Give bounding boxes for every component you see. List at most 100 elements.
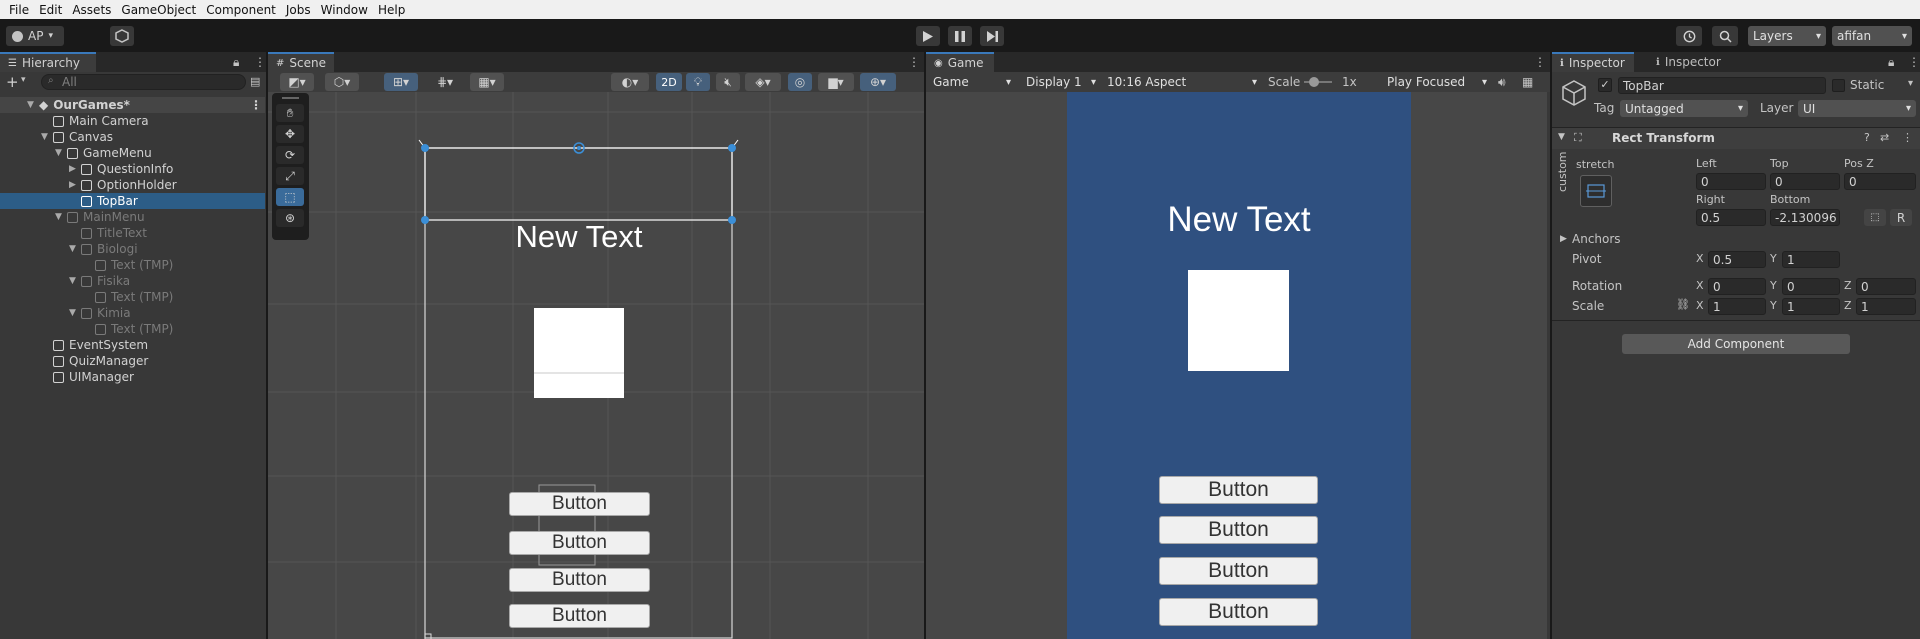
object-name-field[interactable]: TopBar xyxy=(1618,77,1826,94)
chevron-down-icon[interactable]: ▾ xyxy=(1908,78,1913,89)
rotation-z-field[interactable]: 0 xyxy=(1856,278,1916,295)
shading-button[interactable]: ⬡▾ xyxy=(325,73,359,91)
hierarchy-item[interactable]: ▼ GameMenu xyxy=(0,145,265,161)
mode-2d-button[interactable]: 2D xyxy=(656,73,682,91)
hierarchy-item[interactable]: ▼ Kimia xyxy=(0,305,265,321)
search-button[interactable] xyxy=(1712,26,1738,46)
draw-mode-button[interactable]: ◩▾ xyxy=(280,73,314,91)
scale-y-field[interactable]: 1 xyxy=(1782,298,1840,315)
hierarchy-item[interactable]: ▶ OptionHolder xyxy=(0,177,265,193)
lock-icon[interactable]: 🔒︎ xyxy=(1888,55,1894,70)
account-dropdown[interactable]: AP ▾ xyxy=(6,26,64,46)
hierarchy-search-input[interactable]: ⌕ All xyxy=(41,74,246,90)
hierarchy-item[interactable]: TopBar xyxy=(0,193,265,209)
aspect-dropdown[interactable]: 10:16 Aspect xyxy=(1102,72,1262,92)
lighting-button[interactable]: 💡︎ xyxy=(686,73,710,91)
top-field[interactable]: 0 xyxy=(1770,173,1840,190)
hierarchy-item[interactable]: ▼ Canvas xyxy=(0,129,265,145)
menu-window[interactable]: Window xyxy=(316,3,373,17)
camera-button[interactable]: ▆▾ xyxy=(818,73,854,91)
display-dropdown[interactable]: Display 1 xyxy=(1021,72,1101,92)
hierarchy-item[interactable]: Text (TMP) xyxy=(0,321,265,337)
speaker-icon[interactable]: 🔊︎ xyxy=(1498,75,1506,90)
tab-hierarchy[interactable]: ☰ Hierarchy xyxy=(0,52,96,72)
anchors-label[interactable]: Anchors xyxy=(1572,232,1621,246)
rect-tool-button[interactable]: ⬚ xyxy=(276,188,304,206)
hierarchy-item[interactable]: ▶ QuestionInfo xyxy=(0,161,265,177)
anchor-preset-button[interactable] xyxy=(1580,175,1612,207)
render-mode-button[interactable]: ◐▾ xyxy=(611,73,649,91)
more-icon[interactable]: ⋮ xyxy=(1908,55,1920,69)
menu-jobs[interactable]: Jobs xyxy=(281,3,316,17)
add-component-button[interactable]: Add Component xyxy=(1622,334,1850,354)
more-icon[interactable]: ⋮ xyxy=(908,55,920,69)
stats-icon[interactable]: ▦ xyxy=(1522,75,1533,89)
menu-component[interactable]: Component xyxy=(201,3,281,17)
game-viewport[interactable]: New Text Button Button Button Button xyxy=(926,92,1547,639)
chevron-right-icon[interactable]: ▶ xyxy=(69,180,81,190)
rect-transform-header[interactable]: ▼ ⛶ Rect Transform ? ⇄ ⋮ xyxy=(1552,128,1920,149)
lock-icon[interactable]: 🔒︎ xyxy=(233,55,239,70)
gizmos-button[interactable]: ⊕▾ xyxy=(860,73,896,91)
hierarchy-item[interactable]: Text (TMP) xyxy=(0,257,265,273)
hierarchy-item[interactable]: TitleText xyxy=(0,225,265,241)
bottom-field[interactable]: -2.130096 xyxy=(1770,209,1840,226)
chevron-down-icon[interactable]: ▼ xyxy=(69,276,81,286)
hierarchy-item[interactable]: UIManager xyxy=(0,369,265,385)
menu-gameobject[interactable]: GameObject xyxy=(116,3,201,17)
play-mode-dropdown[interactable]: Play Focused xyxy=(1382,72,1492,92)
tab-inspector[interactable]: ℹ︎ Inspector xyxy=(1552,52,1634,72)
move-tool-button[interactable]: ✥ xyxy=(276,125,304,143)
static-checkbox[interactable] xyxy=(1832,79,1845,92)
link-icon[interactable]: ⛓︎ xyxy=(1676,298,1690,311)
more-icon[interactable]: ⋮ xyxy=(254,55,266,69)
effects-button[interactable]: ◈▾ xyxy=(745,73,781,91)
tag-dropdown[interactable]: Untagged xyxy=(1620,100,1748,117)
menu-file[interactable]: File xyxy=(4,3,34,17)
grid-button[interactable]: ▦▾ xyxy=(470,73,504,91)
left-field[interactable]: 0 xyxy=(1696,173,1766,190)
scale-slider-thumb[interactable] xyxy=(1309,77,1319,87)
play-button[interactable] xyxy=(916,26,940,46)
posz-field[interactable]: 0 xyxy=(1844,173,1916,190)
rotation-x-field[interactable]: 0 xyxy=(1708,278,1766,295)
preset-icon[interactable]: ⇄ xyxy=(1880,131,1889,144)
layer-dropdown[interactable]: UI xyxy=(1798,100,1916,117)
hierarchy-item[interactable]: ▼ MainMenu xyxy=(0,209,265,225)
chevron-down-icon[interactable]: ▼ xyxy=(55,212,67,222)
game-option-button[interactable]: Button xyxy=(1159,557,1318,585)
rotation-y-field[interactable]: 0 xyxy=(1782,278,1840,295)
filter-icon[interactable]: ▤ xyxy=(250,75,260,88)
chevron-right-icon[interactable]: ▶ xyxy=(1560,234,1567,244)
cloud-button[interactable] xyxy=(110,26,134,46)
history-button[interactable] xyxy=(1676,26,1702,46)
tab-inspector-2[interactable]: ℹ︎ Inspector xyxy=(1656,52,1721,72)
hierarchy-item[interactable]: ▼ ◆ OurGames* ⋮ xyxy=(0,97,265,113)
game-option-button[interactable]: Button xyxy=(1159,516,1318,544)
chevron-down-icon[interactable]: ▼ xyxy=(69,244,81,254)
hierarchy-item[interactable]: ▼ Biologi xyxy=(0,241,265,257)
drag-handle[interactable] xyxy=(282,97,299,99)
more-icon[interactable]: ⋮ xyxy=(1534,55,1546,69)
pause-button[interactable] xyxy=(948,26,972,46)
chevron-down-icon[interactable]: ▼ xyxy=(27,100,39,110)
layers-dropdown[interactable]: Layers xyxy=(1748,26,1826,46)
chevron-down-icon[interactable]: ▼ xyxy=(1558,132,1565,142)
right-field[interactable]: 0.5 xyxy=(1696,209,1766,226)
increment-snap-button[interactable]: ⋕▾ xyxy=(428,73,462,91)
menu-assets[interactable]: Assets xyxy=(67,3,116,17)
menu-help[interactable]: Help xyxy=(373,3,410,17)
scene-viewport[interactable]: ✋︎ ✥ ⟳ ⤢ ⬚ ⊛ New Text Button Button Butt… xyxy=(268,92,924,639)
visibility-button[interactable]: ◎ xyxy=(788,73,812,91)
transform-tool-button[interactable]: ⊛ xyxy=(276,209,304,227)
audio-button[interactable]: 🔇︎ xyxy=(716,73,740,91)
chevron-down-icon[interactable]: ▼ xyxy=(41,132,53,142)
hierarchy-item[interactable]: Text (TMP) xyxy=(0,289,265,305)
pivot-x-field[interactable]: 0.5 xyxy=(1708,251,1766,268)
active-checkbox[interactable]: ✓ xyxy=(1598,78,1612,92)
chevron-down-icon[interactable]: ▼ xyxy=(55,148,67,158)
menu-edit[interactable]: Edit xyxy=(34,3,67,17)
blueprint-mode-button[interactable]: ⬚ xyxy=(1864,209,1886,226)
rotate-tool-button[interactable]: ⟳ xyxy=(276,146,304,164)
pivot-y-field[interactable]: 1 xyxy=(1782,251,1840,268)
